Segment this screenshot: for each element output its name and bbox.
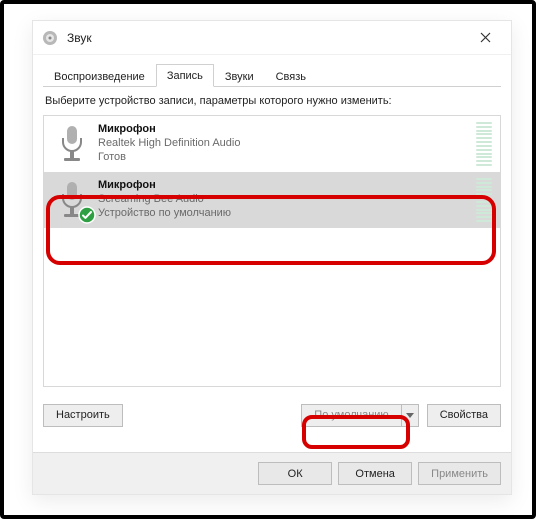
level-meter [476, 178, 492, 222]
window-title: Звук [67, 31, 467, 45]
close-button[interactable] [467, 24, 503, 52]
chevron-down-icon [406, 413, 414, 418]
tab-sounds[interactable]: Звуки [214, 65, 265, 87]
dialog-footer: ОК Отмена Применить [33, 452, 511, 494]
device-driver: Realtek High Definition Audio [98, 137, 476, 151]
configure-button[interactable]: Настроить [43, 404, 123, 427]
device-name: Микрофон [98, 123, 476, 137]
apply-button[interactable]: Применить [418, 462, 501, 485]
microphone-icon [50, 122, 94, 166]
titlebar: Звук [33, 21, 511, 55]
level-meter [476, 122, 492, 166]
device-item[interactable]: Микрофон Screaming Bee Audio Устройство … [44, 172, 500, 228]
device-status: Устройство по умолчанию [98, 207, 476, 221]
instruction-text: Выберите устройство записи, параметры ко… [45, 95, 499, 107]
tab-recording[interactable]: Запись [156, 64, 214, 87]
microphone-icon [50, 178, 94, 222]
device-status: Готов [98, 151, 476, 165]
set-default-dropdown[interactable] [401, 404, 419, 427]
device-item[interactable]: Микрофон Realtek High Definition Audio Г… [44, 116, 500, 172]
close-icon [480, 32, 491, 43]
tab-comm[interactable]: Связь [265, 65, 317, 87]
sound-icon [41, 29, 59, 47]
cancel-button[interactable]: Отмена [338, 462, 412, 485]
set-default-button[interactable]: По умолчанию [301, 404, 400, 427]
default-check-icon [78, 206, 96, 224]
properties-button[interactable]: Свойства [427, 404, 501, 427]
set-default-splitbutton: По умолчанию [301, 404, 418, 427]
recording-device-list[interactable]: Микрофон Realtek High Definition Audio Г… [43, 115, 501, 387]
device-name: Микрофон [98, 179, 476, 193]
ok-button[interactable]: ОК [258, 462, 332, 485]
sound-dialog: Звук Воспроизведение Запись Звуки Связь … [32, 20, 512, 495]
tab-playback[interactable]: Воспроизведение [43, 65, 156, 87]
tab-bar: Воспроизведение Запись Звуки Связь [43, 61, 501, 87]
device-driver: Screaming Bee Audio [98, 193, 476, 207]
